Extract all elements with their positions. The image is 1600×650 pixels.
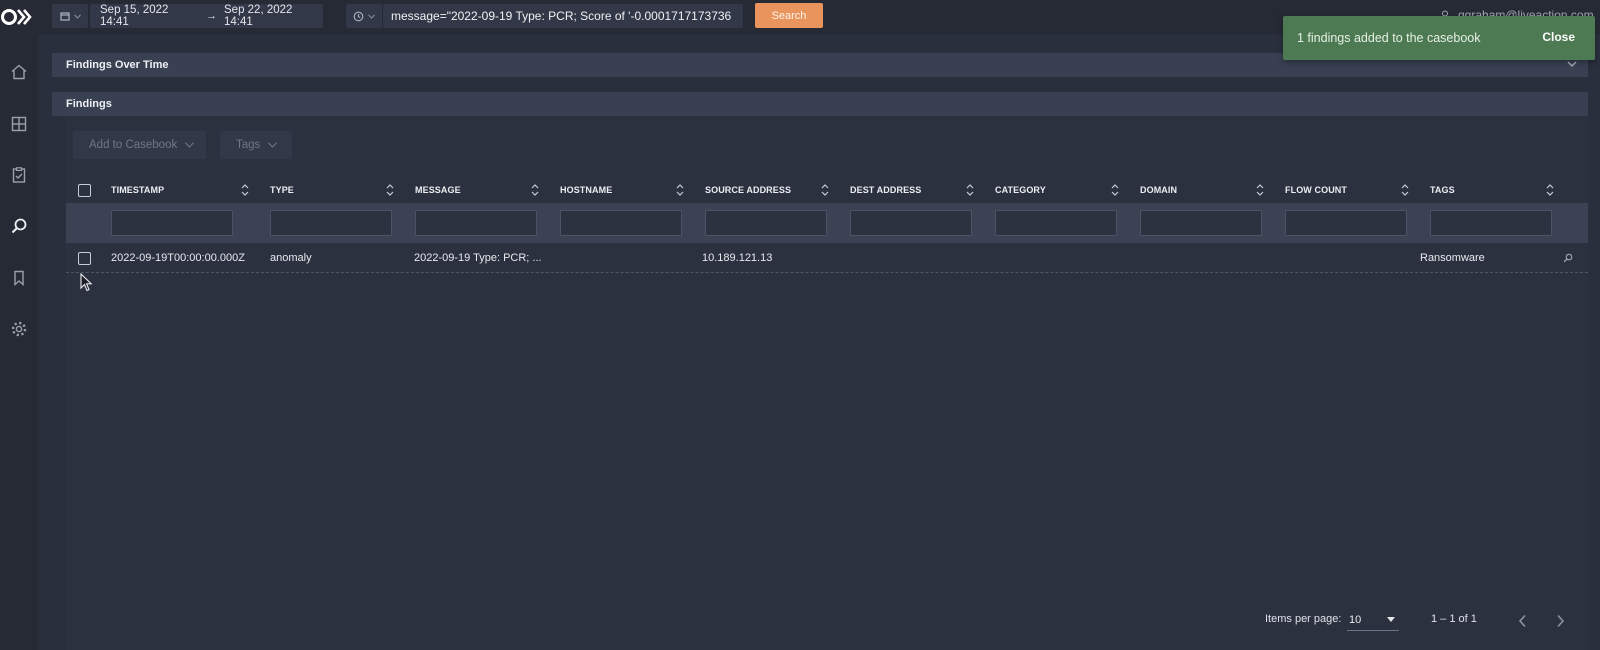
search-button[interactable]: Search [755,3,823,28]
items-per-page-value: 10 [1349,613,1362,626]
findings-title: Findings [66,98,112,110]
row-select-checkbox[interactable] [78,252,91,265]
filter-input-timestamp[interactable] [111,210,233,236]
next-page-button[interactable] [1551,612,1569,630]
cell-message: 2022-09-19 Type: PCR; ... [414,252,542,264]
cell-tags: Ransomware [1420,252,1485,264]
items-per-page-select[interactable]: 10 [1347,609,1399,631]
dashboard-grid-icon [11,116,27,132]
notification-toast: 1 findings added to the casebook Close [1283,16,1595,60]
previous-page-button[interactable] [1514,612,1532,630]
calendar-icon [59,12,70,21]
sort-icon[interactable] [820,182,830,198]
date-range-arrow: → [206,10,217,22]
column-header-hostname[interactable]: HOSTNAME [560,178,612,202]
sort-icon[interactable] [240,182,250,198]
column-header-tags[interactable]: TAGS [1430,178,1455,202]
sort-icon[interactable] [385,182,395,198]
clipboard-icon [12,167,26,183]
add-to-casebook-dropdown[interactable]: Add to Casebook [73,131,206,159]
sort-icon[interactable] [965,182,975,198]
sidebar-nav [0,34,38,650]
table-header-row: TIMESTAMP TYPE MESSAGE HOSTNAME SOURCE A… [66,178,1588,202]
date-range-display[interactable]: Sep 15, 2022 14:41 → Sep 22, 2022 14:41 [90,4,323,28]
date-start: Sep 15, 2022 14:41 [100,4,169,28]
search-icon [11,218,27,234]
liveaction-logo[interactable] [0,4,34,30]
cell-timestamp: 2022-09-19T00:00:00.000Z [111,252,245,264]
column-header-category[interactable]: CATEGORY [995,178,1046,202]
toast-message: 1 findings added to the casebook [1297,31,1481,45]
column-header-timestamp[interactable]: TIMESTAMP [111,178,164,202]
filter-input-flow-count[interactable] [1285,210,1407,236]
tags-label: Tags [236,139,261,151]
chevron-down-icon [268,142,278,148]
bookmark-icon [14,270,24,287]
query-history-toggle[interactable] [346,4,382,28]
mouse-cursor-icon [80,273,93,292]
table-filter-row [66,203,1588,243]
filter-input-message[interactable] [415,210,537,236]
findings-header: Findings [52,92,1588,116]
cell-type: anomaly [270,252,312,264]
sort-icon[interactable] [1255,182,1265,198]
date-end: Sep 22, 2022 14:41 [224,4,293,28]
filter-input-dest-address[interactable] [850,210,972,236]
caret-down-icon [1387,617,1395,622]
select-all-checkbox[interactable] [78,184,91,197]
filter-input-domain[interactable] [1140,210,1262,236]
date-picker-toggle[interactable] [52,4,88,28]
sort-icon[interactable] [675,182,685,198]
filter-input-category[interactable] [995,210,1117,236]
column-header-message[interactable]: MESSAGE [415,178,461,202]
filter-input-hostname[interactable] [560,210,682,236]
sidebar-item-settings[interactable] [5,315,33,343]
search-icon[interactable] [1563,253,1573,263]
chevron-down-icon [73,13,81,19]
chevron-down-icon [185,142,195,148]
query-input[interactable] [383,4,743,28]
sort-icon[interactable] [1545,182,1555,198]
sort-icon[interactable] [1400,182,1410,198]
sidebar-item-dashboards[interactable] [5,110,33,138]
chevron-down-icon [368,13,375,19]
filter-input-tags[interactable] [1430,210,1552,236]
column-header-domain[interactable]: DOMAIN [1140,178,1177,202]
cell-source-address: 10.189.121.13 [702,252,773,264]
sidebar-item-bookmarks[interactable] [5,264,33,292]
gear-icon [11,321,27,337]
column-header-type[interactable]: TYPE [270,178,294,202]
page-range-label: 1 – 1 of 1 [1431,613,1477,625]
sort-icon[interactable] [1110,182,1120,198]
sidebar-item-home[interactable] [5,58,33,86]
findings-over-time-title: Findings Over Time [66,59,169,71]
sort-icon[interactable] [530,182,540,198]
filter-input-type[interactable] [270,210,392,236]
sidebar-item-casebooks[interactable] [5,161,33,189]
toast-close-button[interactable]: Close [1542,30,1575,44]
column-header-source-address[interactable]: SOURCE ADDRESS [705,178,791,202]
column-header-dest-address[interactable]: DEST ADDRESS [850,178,921,202]
sidebar-item-search[interactable] [5,212,33,240]
filter-input-source-address[interactable] [705,210,827,236]
items-per-page-label: Items per page: [1265,613,1342,625]
tags-dropdown[interactable]: Tags [220,131,292,159]
clock-icon [353,11,364,21]
home-icon [11,64,27,80]
column-header-flow-count[interactable]: FLOW COUNT [1285,178,1347,202]
table-row[interactable]: 2022-09-19T00:00:00.000Z anomaly 2022-09… [66,243,1588,273]
add-to-casebook-label: Add to Casebook [89,139,178,151]
